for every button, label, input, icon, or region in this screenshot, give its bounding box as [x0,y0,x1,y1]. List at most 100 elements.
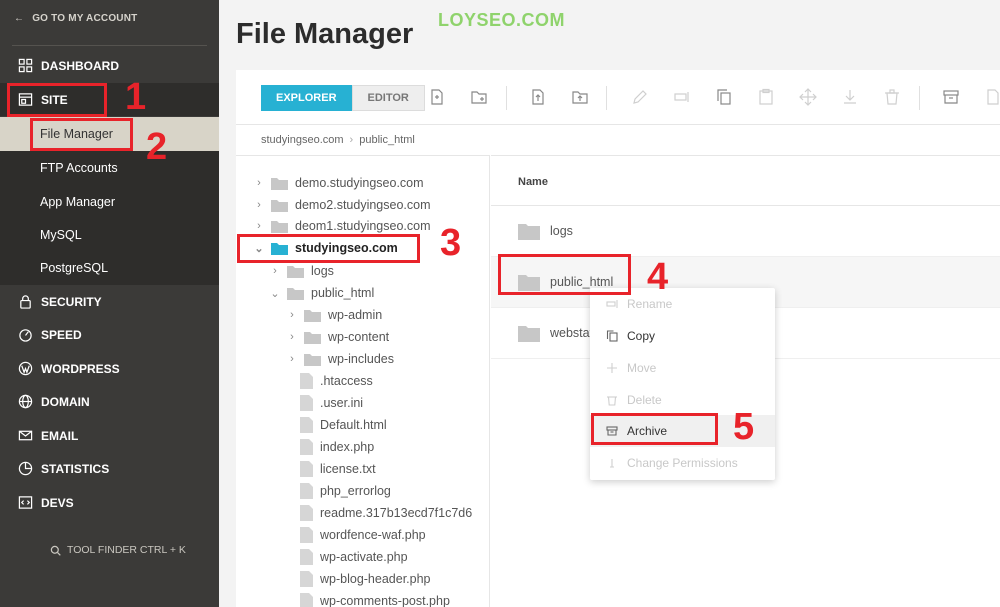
folder-icon [304,353,321,366]
tree-file[interactable]: .user.ini [300,393,363,413]
file-icon [300,571,313,587]
annotation-number-4: 4 [647,256,669,298]
grid-icon [18,58,33,73]
tree-file[interactable]: index.php [300,437,374,457]
new-folder-icon[interactable] [470,88,488,106]
lock-icon [20,295,31,309]
toolbar-separator [606,86,607,110]
annotation-box-public-html [498,254,631,295]
submenu-mysql[interactable]: MySQL [0,218,219,252]
key-icon [610,459,614,468]
copy-icon [606,330,618,342]
tree-item[interactable]: › wp-includes [287,349,394,369]
view-tabs: EXPLORER EDITOR [261,85,425,111]
column-header-name[interactable]: Name [491,156,1000,206]
annotation-number-1: 1 [125,76,147,118]
toolbar-separator [506,86,507,110]
tool-finder[interactable]: TOOL FINDER CTRL + K [50,544,186,556]
move-icon [799,88,817,106]
email-icon [18,430,33,441]
annotation-box-file-manager [30,118,133,151]
rename-pencil-icon [633,90,647,104]
tree-item[interactable]: › wp-content [287,327,389,347]
arrow-left-icon: ← [14,13,25,24]
folder-icon [287,287,304,300]
annotation-box-archive [591,413,718,445]
new-file-icon[interactable] [428,88,446,106]
annotation-box-domain [237,234,420,263]
chevron-right-icon: › [290,353,294,365]
watermark: LOYSEO.COM [438,10,566,30]
nav-dashboard[interactable]: DASHBOARD [0,49,219,82]
folder-icon [518,325,540,342]
tree-item[interactable]: › demo.studyingseo.com [254,173,423,193]
annotation-number-5: 5 [733,406,755,448]
go-to-account-link[interactable]: ← GO TO MY ACCOUNT [14,13,137,24]
tree-file[interactable]: license.txt [300,459,376,479]
file-icon [300,461,313,477]
nav-devs[interactable]: DEVS [0,486,219,519]
nav-statistics[interactable]: STATISTICS [0,452,219,485]
file-icon [300,549,313,565]
submenu-app-manager[interactable]: App Manager [0,185,219,219]
globe-icon [18,394,33,409]
pie-icon [18,461,33,476]
rename-field-icon [674,92,689,102]
nav-wordpress[interactable]: WORDPRESS [0,352,219,385]
tree-item[interactable]: › deom1.studyingseo.com [254,216,430,236]
tree-file[interactable]: readme.317b13ecd7f1c7d6 [300,503,472,523]
tab-explorer[interactable]: EXPLORER [261,85,352,111]
chevron-down-icon: ⌄ [270,287,280,300]
folder-icon [271,199,288,212]
tab-editor[interactable]: EDITOR [351,85,425,111]
tree-file[interactable]: wp-activate.php [300,547,408,567]
folder-icon [271,177,288,190]
move-icon [607,363,617,373]
paste-icon [759,88,773,105]
wordpress-icon [18,361,33,376]
divider [12,45,207,46]
menu-item-move: Move [590,352,775,384]
tree-item[interactable]: › wp-admin [287,305,382,325]
nav-security[interactable]: SECURITY [0,285,219,318]
chevron-right-icon: › [290,331,294,343]
nav-email[interactable]: EMAIL [0,419,219,452]
submenu-ftp-accounts[interactable]: FTP Accounts [0,151,219,185]
tree-file[interactable]: wp-comments-post.php [300,591,450,607]
tree-item[interactable]: ⌄ public_html [270,283,374,303]
file-icon [300,439,313,455]
file-icon [300,505,313,521]
tree-item[interactable]: › logs [270,261,334,281]
breadcrumb-current[interactable]: public_html [359,134,415,146]
annotation-number-2: 2 [146,126,168,168]
trash-icon [607,396,617,406]
tree-file[interactable]: wp-blog-header.php [300,569,431,589]
menu-item-change-permissions: Change Permissions [590,447,775,479]
breadcrumb: studyingseo.com › public_html [261,134,415,146]
copy-icon[interactable] [715,88,733,106]
upload-file-icon[interactable] [529,88,547,106]
page-title: File Manager [236,18,414,50]
tree-file[interactable]: .htaccess [300,371,373,391]
tree-file[interactable]: php_errorlog [300,481,391,501]
nav-speed[interactable]: SPEED [0,318,219,351]
tree-file[interactable]: wordfence-waf.php [300,525,426,545]
extract-icon [987,89,999,105]
annotation-number-3: 3 [440,222,462,264]
tree-file[interactable]: Default.html [300,415,387,435]
list-item[interactable]: logs [491,206,1000,257]
file-icon [300,395,313,411]
folder-icon [304,331,321,344]
chevron-right-icon: › [257,199,261,211]
tree-item[interactable]: › demo2.studyingseo.com [254,195,430,215]
breadcrumb-root[interactable]: studyingseo.com [261,134,344,146]
file-icon [300,417,313,433]
upload-folder-icon[interactable] [571,88,589,106]
submenu-postgresql[interactable]: PostgreSQL [0,251,219,285]
folder-icon [287,265,304,278]
code-icon [18,496,33,509]
archive-icon[interactable] [942,88,960,106]
chevron-right-icon: › [273,265,277,277]
menu-item-copy[interactable]: Copy [590,320,775,352]
nav-domain[interactable]: DOMAIN [0,385,219,418]
